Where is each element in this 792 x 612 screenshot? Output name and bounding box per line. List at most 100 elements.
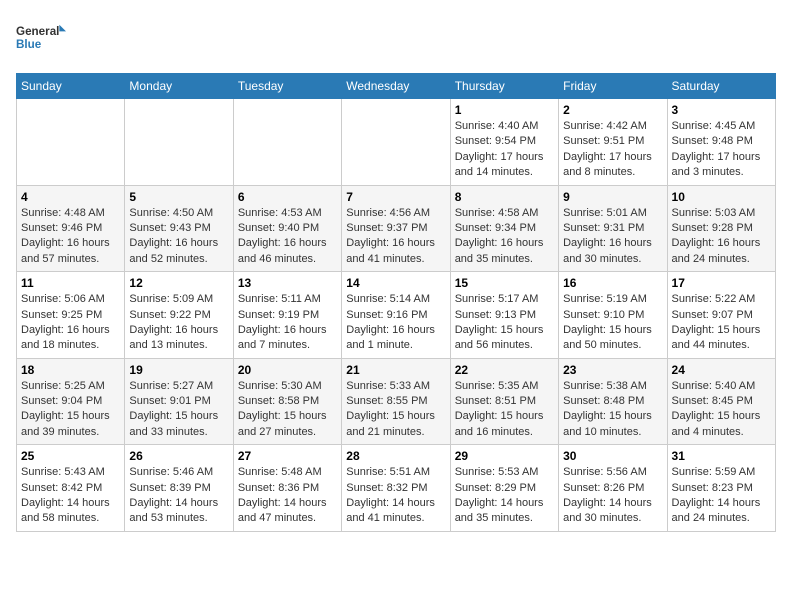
day-number: 13 bbox=[238, 276, 337, 290]
calendar-day-cell: 19 Sunrise: 5:27 AM Sunset: 9:01 PM Dayli… bbox=[125, 358, 233, 445]
calendar-day-cell: 9 Sunrise: 5:01 AM Sunset: 9:31 PM Daylig… bbox=[559, 185, 667, 272]
day-info: Sunrise: 5:40 AM Sunset: 8:45 PM Dayligh… bbox=[672, 379, 771, 441]
day-info: Sunrise: 5:48 AM Sunset: 8:36 PM Dayligh… bbox=[238, 465, 337, 527]
calendar-day-cell: 29Sunrise: 5:53 AM Sunset: 8:29 PM Dayli… bbox=[450, 445, 558, 532]
calendar-day-cell: 8 Sunrise: 4:58 AM Sunset: 9:34 PM Daylig… bbox=[450, 185, 558, 272]
day-number: 11 bbox=[21, 276, 120, 290]
day-number: 9 bbox=[563, 190, 662, 204]
day-info: Sunrise: 5:43 AM Sunset: 8:42 PM Dayligh… bbox=[21, 465, 120, 527]
day-info: Sunrise: 5:33 AM Sunset: 8:55 PM Dayligh… bbox=[346, 379, 445, 441]
day-number: 3 bbox=[672, 103, 771, 117]
calendar-day-cell: 23 Sunrise: 5:38 AM Sunset: 8:48 PM Dayli… bbox=[559, 358, 667, 445]
day-info: Sunrise: 5:03 AM Sunset: 9:28 PM Dayligh… bbox=[672, 206, 771, 268]
day-info: Sunrise: 5:09 AM Sunset: 9:22 PM Dayligh… bbox=[129, 292, 228, 354]
calendar-day-cell: 25 Sunrise: 5:43 AM Sunset: 8:42 PM Dayli… bbox=[17, 445, 125, 532]
day-info: Sunrise: 5:35 AM Sunset: 8:51 PM Dayligh… bbox=[455, 379, 554, 441]
weekday-header: Monday bbox=[125, 74, 233, 99]
day-info: Sunrise: 5:06 AM Sunset: 9:25 PM Dayligh… bbox=[21, 292, 120, 354]
day-number: 15 bbox=[455, 276, 554, 290]
calendar-day-cell: 12 Sunrise: 5:09 AM Sunset: 9:22 PM Dayli… bbox=[125, 272, 233, 359]
day-number: 24 bbox=[672, 363, 771, 377]
calendar-week-row: 25 Sunrise: 5:43 AM Sunset: 8:42 PM Dayli… bbox=[17, 445, 776, 532]
calendar-day-cell: 16 Sunrise: 5:19 AM Sunset: 9:10 PM Dayli… bbox=[559, 272, 667, 359]
day-number: 31 bbox=[672, 449, 771, 463]
day-number: 19 bbox=[129, 363, 228, 377]
day-number: 22 bbox=[455, 363, 554, 377]
day-info: Sunrise: 4:50 AM Sunset: 9:43 PM Dayligh… bbox=[129, 206, 228, 268]
calendar-day-cell: 7 Sunrise: 4:56 AM Sunset: 9:37 PM Daylig… bbox=[342, 185, 450, 272]
weekday-header: Tuesday bbox=[233, 74, 341, 99]
day-info: Sunrise: 4:53 AM Sunset: 9:40 PM Dayligh… bbox=[238, 206, 337, 268]
day-info: Sunrise: 4:58 AM Sunset: 9:34 PM Dayligh… bbox=[455, 206, 554, 268]
calendar-day-cell: 24 Sunrise: 5:40 AM Sunset: 8:45 PM Dayli… bbox=[667, 358, 775, 445]
weekday-header: Sunday bbox=[17, 74, 125, 99]
calendar-day-cell bbox=[125, 99, 233, 186]
svg-text:General: General bbox=[16, 25, 59, 38]
calendar-day-cell bbox=[233, 99, 341, 186]
calendar-day-cell: 28Sunrise: 5:51 AM Sunset: 8:32 PM Dayli… bbox=[342, 445, 450, 532]
calendar-week-row: 4 Sunrise: 4:48 AM Sunset: 9:46 PM Daylig… bbox=[17, 185, 776, 272]
day-number: 27 bbox=[238, 449, 337, 463]
calendar-day-cell: 22 Sunrise: 5:35 AM Sunset: 8:51 PM Dayli… bbox=[450, 358, 558, 445]
svg-text:Blue: Blue bbox=[16, 38, 42, 51]
calendar-day-cell: 3Sunrise: 4:45 AM Sunset: 9:48 PM Daylig… bbox=[667, 99, 775, 186]
weekday-header: Saturday bbox=[667, 74, 775, 99]
day-info: Sunrise: 5:11 AM Sunset: 9:19 PM Dayligh… bbox=[238, 292, 337, 354]
calendar-day-cell: 14 Sunrise: 5:14 AM Sunset: 9:16 PM Dayli… bbox=[342, 272, 450, 359]
weekday-header-row: SundayMondayTuesdayWednesdayThursdayFrid… bbox=[17, 74, 776, 99]
calendar-week-row: 18 Sunrise: 5:25 AM Sunset: 9:04 PM Dayli… bbox=[17, 358, 776, 445]
day-number: 18 bbox=[21, 363, 120, 377]
calendar-day-cell: 11 Sunrise: 5:06 AM Sunset: 9:25 PM Dayli… bbox=[17, 272, 125, 359]
day-info: Sunrise: 5:38 AM Sunset: 8:48 PM Dayligh… bbox=[563, 379, 662, 441]
day-number: 5 bbox=[129, 190, 228, 204]
calendar-day-cell: 10 Sunrise: 5:03 AM Sunset: 9:28 PM Dayli… bbox=[667, 185, 775, 272]
calendar-day-cell: 5 Sunrise: 4:50 AM Sunset: 9:43 PM Daylig… bbox=[125, 185, 233, 272]
day-info: Sunrise: 5:27 AM Sunset: 9:01 PM Dayligh… bbox=[129, 379, 228, 441]
day-number: 26 bbox=[129, 449, 228, 463]
weekday-header: Friday bbox=[559, 74, 667, 99]
calendar-day-cell: 13 Sunrise: 5:11 AM Sunset: 9:19 PM Dayli… bbox=[233, 272, 341, 359]
calendar-day-cell: 21Sunrise: 5:33 AM Sunset: 8:55 PM Dayli… bbox=[342, 358, 450, 445]
day-info: Sunrise: 5:19 AM Sunset: 9:10 PM Dayligh… bbox=[563, 292, 662, 354]
day-number: 6 bbox=[238, 190, 337, 204]
day-info: Sunrise: 4:48 AM Sunset: 9:46 PM Dayligh… bbox=[21, 206, 120, 268]
day-info: Sunrise: 5:01 AM Sunset: 9:31 PM Dayligh… bbox=[563, 206, 662, 268]
logo-svg: General Blue bbox=[16, 16, 66, 61]
day-info: Sunrise: 4:40 AM Sunset: 9:54 PM Dayligh… bbox=[455, 119, 554, 181]
logo: General Blue bbox=[16, 16, 66, 61]
day-info: Sunrise: 4:42 AM Sunset: 9:51 PM Dayligh… bbox=[563, 119, 662, 181]
day-info: Sunrise: 5:17 AM Sunset: 9:13 PM Dayligh… bbox=[455, 292, 554, 354]
calendar-day-cell bbox=[342, 99, 450, 186]
calendar-day-cell: 31Sunrise: 5:59 AM Sunset: 8:23 PM Dayli… bbox=[667, 445, 775, 532]
day-info: Sunrise: 5:30 AM Sunset: 8:58 PM Dayligh… bbox=[238, 379, 337, 441]
calendar-week-row: 1Sunrise: 4:40 AM Sunset: 9:54 PM Daylig… bbox=[17, 99, 776, 186]
day-number: 30 bbox=[563, 449, 662, 463]
day-number: 12 bbox=[129, 276, 228, 290]
day-number: 29 bbox=[455, 449, 554, 463]
calendar-day-cell: 2 Sunrise: 4:42 AM Sunset: 9:51 PM Daylig… bbox=[559, 99, 667, 186]
day-number: 23 bbox=[563, 363, 662, 377]
day-number: 14 bbox=[346, 276, 445, 290]
day-info: Sunrise: 5:51 AM Sunset: 8:32 PM Dayligh… bbox=[346, 465, 445, 527]
day-number: 10 bbox=[672, 190, 771, 204]
calendar-day-cell: 30 Sunrise: 5:56 AM Sunset: 8:26 PM Dayli… bbox=[559, 445, 667, 532]
day-number: 7 bbox=[346, 190, 445, 204]
calendar-day-cell: 1Sunrise: 4:40 AM Sunset: 9:54 PM Daylig… bbox=[450, 99, 558, 186]
calendar-day-cell: 6 Sunrise: 4:53 AM Sunset: 9:40 PM Daylig… bbox=[233, 185, 341, 272]
day-number: 4 bbox=[21, 190, 120, 204]
calendar-day-cell: 17Sunrise: 5:22 AM Sunset: 9:07 PM Dayli… bbox=[667, 272, 775, 359]
day-info: Sunrise: 5:56 AM Sunset: 8:26 PM Dayligh… bbox=[563, 465, 662, 527]
calendar-day-cell: 4 Sunrise: 4:48 AM Sunset: 9:46 PM Daylig… bbox=[17, 185, 125, 272]
day-number: 16 bbox=[563, 276, 662, 290]
weekday-header: Wednesday bbox=[342, 74, 450, 99]
day-info: Sunrise: 5:14 AM Sunset: 9:16 PM Dayligh… bbox=[346, 292, 445, 354]
calendar-day-cell: 26Sunrise: 5:46 AM Sunset: 8:39 PM Dayli… bbox=[125, 445, 233, 532]
day-number: 2 bbox=[563, 103, 662, 117]
calendar-day-cell: 18 Sunrise: 5:25 AM Sunset: 9:04 PM Dayli… bbox=[17, 358, 125, 445]
day-number: 8 bbox=[455, 190, 554, 204]
calendar-day-cell: 20Sunrise: 5:30 AM Sunset: 8:58 PM Dayli… bbox=[233, 358, 341, 445]
day-number: 25 bbox=[21, 449, 120, 463]
page-header: General Blue bbox=[16, 16, 776, 61]
day-info: Sunrise: 5:25 AM Sunset: 9:04 PM Dayligh… bbox=[21, 379, 120, 441]
day-info: Sunrise: 4:56 AM Sunset: 9:37 PM Dayligh… bbox=[346, 206, 445, 268]
